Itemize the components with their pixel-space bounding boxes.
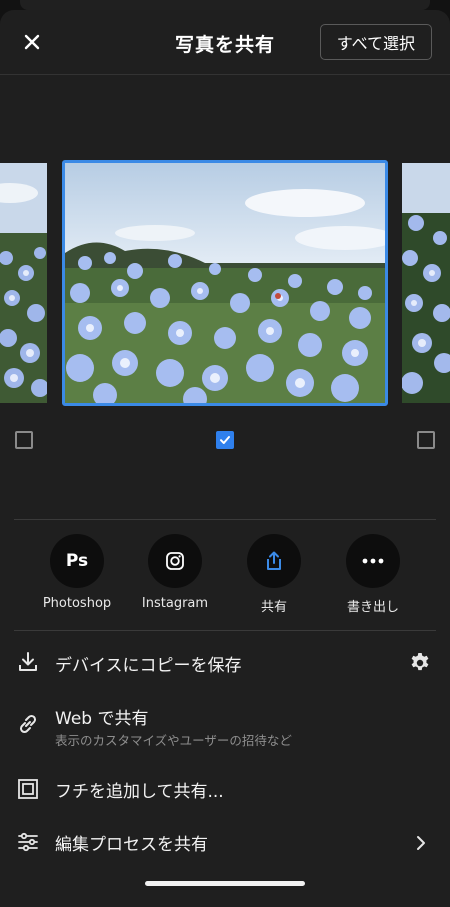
web-share-label: Web で共有 (55, 709, 149, 729)
instagram-button[interactable]: Instagram (125, 534, 225, 611)
share-button[interactable]: 共有 (224, 534, 324, 615)
photoshop-label: Photoshop (42, 596, 112, 611)
photo-image (402, 163, 450, 403)
web-share-row[interactable]: Web で共有 表示のカスタマイズやユーザーの招待など (0, 700, 450, 752)
header: 写真を共有 すべて選択 (0, 10, 450, 75)
photo-thumbnail-next[interactable] (402, 163, 450, 403)
share-sheet: 写真を共有 すべて選択 Ps Photoshop Instagram 共有 書き… (0, 10, 450, 907)
divider (14, 519, 436, 520)
export-button[interactable]: 書き出し (323, 534, 423, 615)
chevron-right-icon (417, 836, 425, 850)
download-icon (19, 652, 37, 671)
photo-image (0, 163, 47, 403)
export-label: 書き出し (346, 600, 399, 615)
instagram-label: Instagram (141, 596, 209, 611)
share-targets: Ps Photoshop Instagram 共有 書き出し (0, 534, 450, 624)
photo-image (65, 163, 385, 403)
home-indicator[interactable] (145, 881, 305, 886)
border-frame-icon (18, 779, 38, 799)
gear-icon[interactable] (408, 651, 432, 675)
add-border-row[interactable]: フチを追加して共有... (0, 768, 450, 810)
select-all-button[interactable]: すべて選択 (319, 24, 432, 60)
share-edit-process-label: 編集プロセスを共有 (55, 835, 208, 855)
divider (14, 630, 436, 631)
photoshop-icon: Ps (50, 534, 104, 588)
more-icon (362, 558, 384, 564)
add-border-label: フチを追加して共有... (55, 782, 224, 802)
checkmark-icon (220, 436, 230, 444)
sliders-icon (18, 832, 38, 852)
share-label: 共有 (260, 600, 287, 615)
photo-checkbox-selected[interactable] (216, 431, 234, 449)
web-share-description: 表示のカスタマイズやユーザーの招待など (55, 733, 292, 748)
link-icon (19, 714, 37, 734)
photo-thumbnail-previous[interactable] (0, 163, 47, 403)
photo-checkbox-next[interactable] (417, 431, 435, 449)
save-to-device-row[interactable]: デバイスにコピーを保存 (0, 642, 450, 684)
photo-checkbox-previous[interactable] (15, 431, 33, 449)
photo-thumbnail-selected[interactable] (62, 160, 388, 406)
share-edit-process-row[interactable]: 編集プロセスを共有 (0, 822, 450, 862)
save-to-device-label: デバイスにコピーを保存 (55, 656, 242, 676)
share-icon (267, 551, 281, 570)
background-sheet-edge (20, 0, 430, 10)
photoshop-icon-text: Ps (65, 551, 89, 571)
photoshop-button[interactable]: Ps Photoshop (27, 534, 127, 611)
instagram-icon (166, 552, 184, 570)
